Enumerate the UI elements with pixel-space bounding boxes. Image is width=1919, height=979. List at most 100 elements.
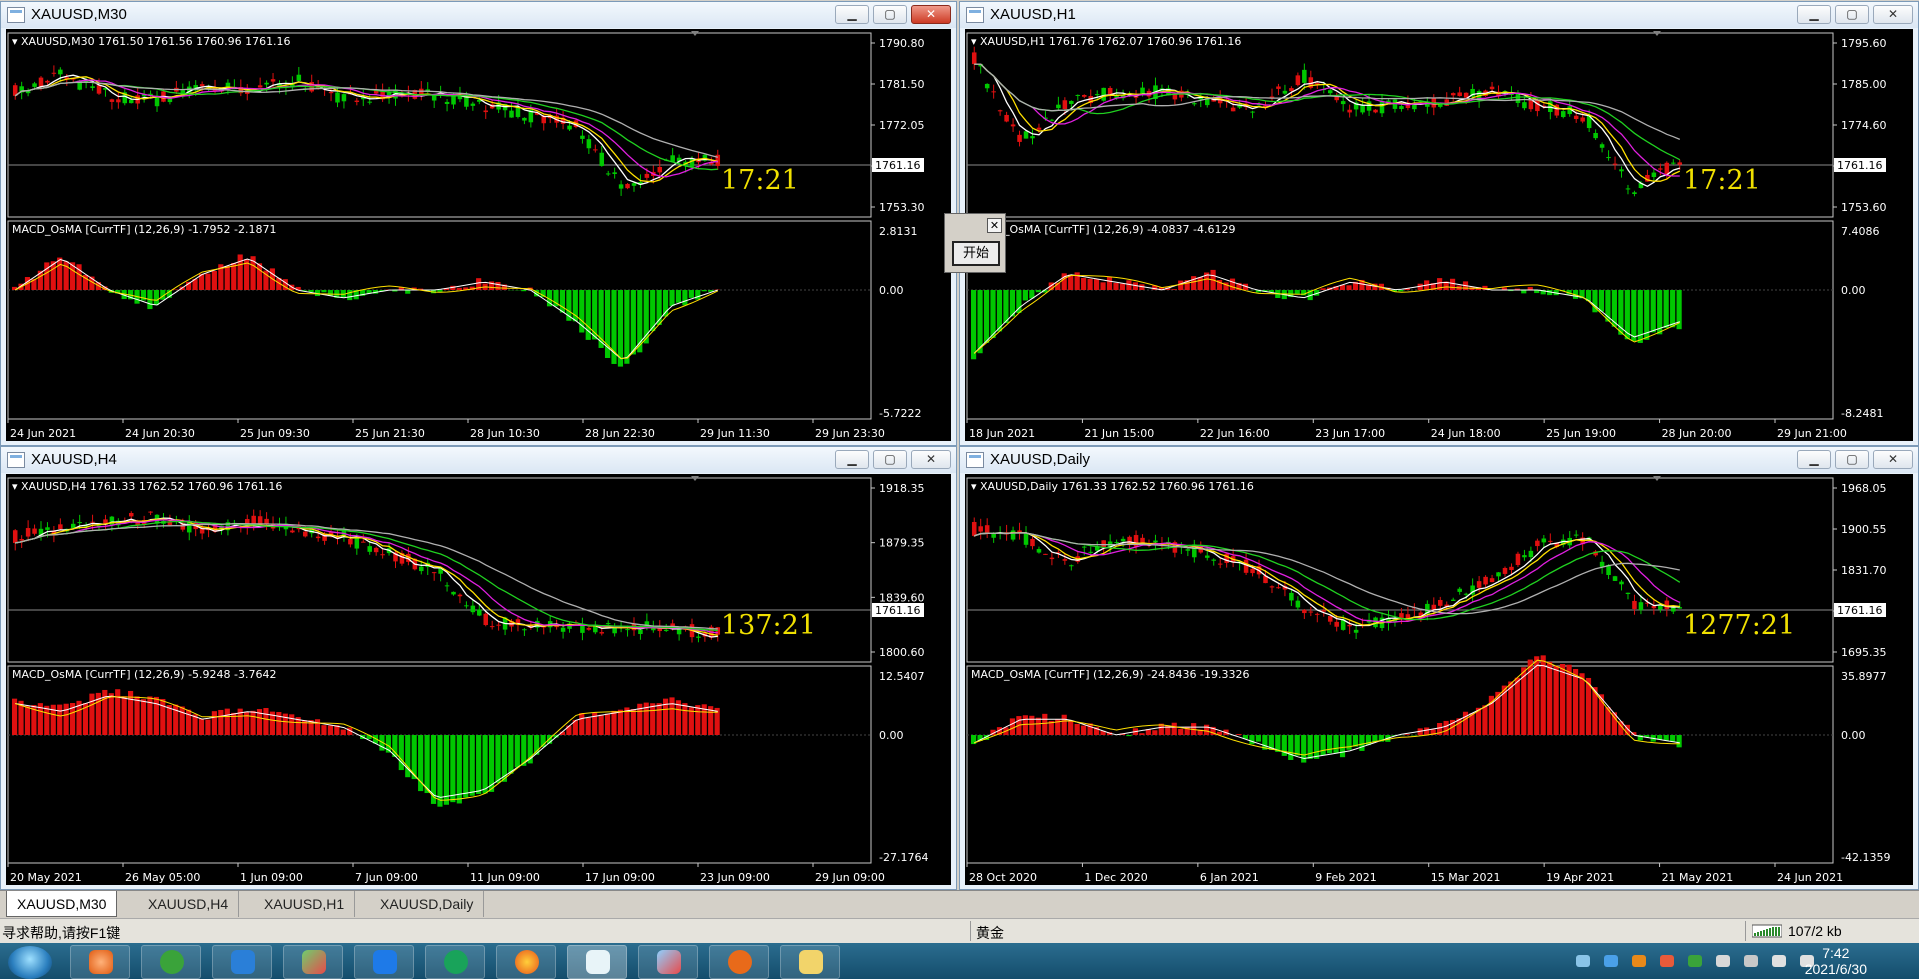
time-axis-label: 7 Jun 09:00 xyxy=(355,871,418,884)
candle-body xyxy=(1062,559,1068,561)
close-button[interactable]: ✕ xyxy=(911,450,951,469)
taskbar-clock[interactable]: 7:42 2021/6/30 xyxy=(1805,945,1867,977)
window-title-bar[interactable]: XAUUSD,H4 ▁ ▢ ✕ xyxy=(1,447,956,473)
taskbar-mascot-icon[interactable] xyxy=(709,945,769,979)
macd-histogram-bar xyxy=(1404,734,1410,735)
taskbar-app-icon[interactable] xyxy=(70,945,130,979)
taskbar-folder-icon[interactable] xyxy=(780,945,840,979)
tray-volume-icon[interactable] xyxy=(1772,955,1786,967)
minimize-button[interactable]: ▁ xyxy=(1797,450,1831,469)
candle-body xyxy=(1625,188,1631,190)
macd-histogram-bar xyxy=(1294,290,1300,294)
candle-body xyxy=(1302,609,1307,614)
candle-body xyxy=(419,566,424,572)
taskbar-pen-icon[interactable] xyxy=(212,945,272,979)
macd-histogram-bar xyxy=(1100,282,1106,290)
candle-body xyxy=(25,528,31,537)
candle-body xyxy=(599,632,605,634)
candle-body xyxy=(515,107,521,117)
candle-body xyxy=(303,531,308,537)
window-title-bar[interactable]: XAUUSD,M30 ▁ ▢ ✕ xyxy=(1,2,956,28)
candle-body xyxy=(997,110,1003,112)
candle-body xyxy=(1192,103,1197,105)
time-axis-label: 9 Feb 2021 xyxy=(1315,871,1376,884)
tray-app-icon[interactable] xyxy=(1632,955,1646,967)
ma-magenta-line xyxy=(15,519,718,634)
chart-window-icon xyxy=(966,452,984,468)
candle-body xyxy=(1593,132,1598,139)
macd-indicator-label: MACD_OsMA [CurrTF] (12,26,9) -1.7952 -2.… xyxy=(12,223,276,236)
macd-histogram-bar xyxy=(173,289,179,290)
tray-display-icon[interactable] xyxy=(1744,955,1758,967)
taskbar-green-icon[interactable] xyxy=(425,945,485,979)
taskbar-meeting-icon[interactable] xyxy=(354,945,414,979)
macd-scale-label: -8.2481 xyxy=(1841,407,1883,420)
macd-histogram-bar xyxy=(1178,280,1184,290)
chart-window-m30[interactable]: XAUUSD,M30 ▁ ▢ ✕ ▾ XAUUSD,M30 1761.50 17… xyxy=(0,1,957,446)
candle-body xyxy=(1535,540,1540,547)
macd-histogram-bar xyxy=(276,712,282,735)
macd-scale-label: 35.8977 xyxy=(1841,670,1887,683)
candle-body xyxy=(696,636,701,638)
macd-histogram-bar xyxy=(218,709,224,735)
current-price-label: 1761.16 xyxy=(1837,604,1883,617)
minimize-button[interactable]: ▁ xyxy=(835,450,869,469)
macd-histogram-bar xyxy=(482,735,488,794)
chart-canvas[interactable]: ▾ XAUUSD,H1 1761.76 1762.07 1760.96 1761… xyxy=(965,29,1915,443)
candle-body xyxy=(1619,581,1624,585)
tray-wechat-icon[interactable] xyxy=(1688,955,1702,967)
time-axis-label: 28 Jun 10:30 xyxy=(470,427,540,440)
tab-xauusd-m30[interactable]: XAUUSD,M30 xyxy=(6,891,118,917)
ma-green-line xyxy=(14,81,718,171)
chart-canvas[interactable]: ▾ XAUUSD,H4 1761.33 1762.52 1760.96 1761… xyxy=(6,474,953,887)
tray-flag-icon[interactable] xyxy=(1716,955,1730,967)
tab-xauusd-h1[interactable]: XAUUSD,H1 xyxy=(254,891,356,917)
chart-canvas[interactable]: ▾ XAUUSD,M30 1761.50 1761.56 1760.96 176… xyxy=(6,29,953,443)
window-title-bar[interactable]: XAUUSD,Daily ▁ ▢ ✕ xyxy=(960,447,1918,473)
candle-body xyxy=(978,526,983,532)
maximize-button[interactable]: ▢ xyxy=(1835,5,1869,24)
macd-histogram-bar xyxy=(179,706,185,735)
time-axis-label: 1 Dec 2020 xyxy=(1084,871,1147,884)
candle-body xyxy=(1250,111,1255,113)
start-button[interactable]: 开始 xyxy=(952,241,1000,266)
candle-body xyxy=(625,629,630,631)
tray-icon[interactable] xyxy=(1576,955,1590,967)
candle-body xyxy=(1276,587,1281,589)
time-axis-label: 29 Jun 21:00 xyxy=(1777,427,1847,440)
maximize-button[interactable]: ▢ xyxy=(1835,450,1869,469)
window-title-bar[interactable]: XAUUSD,H1 ▁ ▢ ✕ xyxy=(960,2,1918,28)
candle-body xyxy=(12,530,18,544)
maximize-button[interactable]: ▢ xyxy=(873,5,907,24)
minimize-button[interactable]: ▁ xyxy=(1797,5,1831,24)
tray-shield-icon[interactable] xyxy=(1604,955,1618,967)
taskbar-wechat-icon[interactable] xyxy=(141,945,201,979)
tab-xauusd-daily[interactable]: XAUUSD,Daily xyxy=(370,891,485,917)
chart-window-h4[interactable]: XAUUSD,H4 ▁ ▢ ✕ ▾ XAUUSD,H4 1761.33 1762… xyxy=(0,446,957,890)
macd-histogram-bar xyxy=(1482,705,1488,735)
time-axis-label: 24 Jun 18:00 xyxy=(1431,427,1501,440)
candle-body xyxy=(1276,86,1281,89)
chart-window-daily[interactable]: XAUUSD,Daily ▁ ▢ ✕ ▾ XAUUSD,Daily 1761.3… xyxy=(959,446,1919,890)
close-button[interactable]: ✕ xyxy=(1873,5,1913,24)
minimize-button[interactable]: ▁ xyxy=(835,5,869,24)
tray-orange-icon[interactable] xyxy=(1660,955,1674,967)
popup-close-button[interactable]: ✕ xyxy=(987,218,1002,233)
close-button[interactable]: ✕ xyxy=(1873,450,1913,469)
price-tick-label: 1918.35 xyxy=(879,482,925,495)
start-button[interactable] xyxy=(8,946,52,979)
taskbar-metatrader-icon[interactable] xyxy=(567,945,627,979)
macd-histogram-bar xyxy=(327,290,333,296)
taskbar-firefox-icon[interactable] xyxy=(496,945,556,979)
tab-xauusd-h4[interactable]: XAUUSD,H4 xyxy=(138,891,240,917)
maximize-button[interactable]: ▢ xyxy=(873,450,907,469)
close-button[interactable]: ✕ xyxy=(911,5,951,24)
taskbar-map2-icon[interactable] xyxy=(638,945,698,979)
macd-scale-label: -27.1764 xyxy=(879,851,928,864)
chart-window-h1[interactable]: XAUUSD,H1 ▁ ▢ ✕ ▾ XAUUSD,H1 1761.76 1762… xyxy=(959,1,1919,446)
macd-histogram-bar xyxy=(1346,285,1352,290)
chart-canvas[interactable]: ▾ XAUUSD,Daily 1761.33 1762.52 1760.96 1… xyxy=(965,474,1915,887)
taskbar-map-icon[interactable] xyxy=(283,945,343,979)
candle-body xyxy=(1230,107,1236,112)
candle-body xyxy=(1438,599,1443,606)
